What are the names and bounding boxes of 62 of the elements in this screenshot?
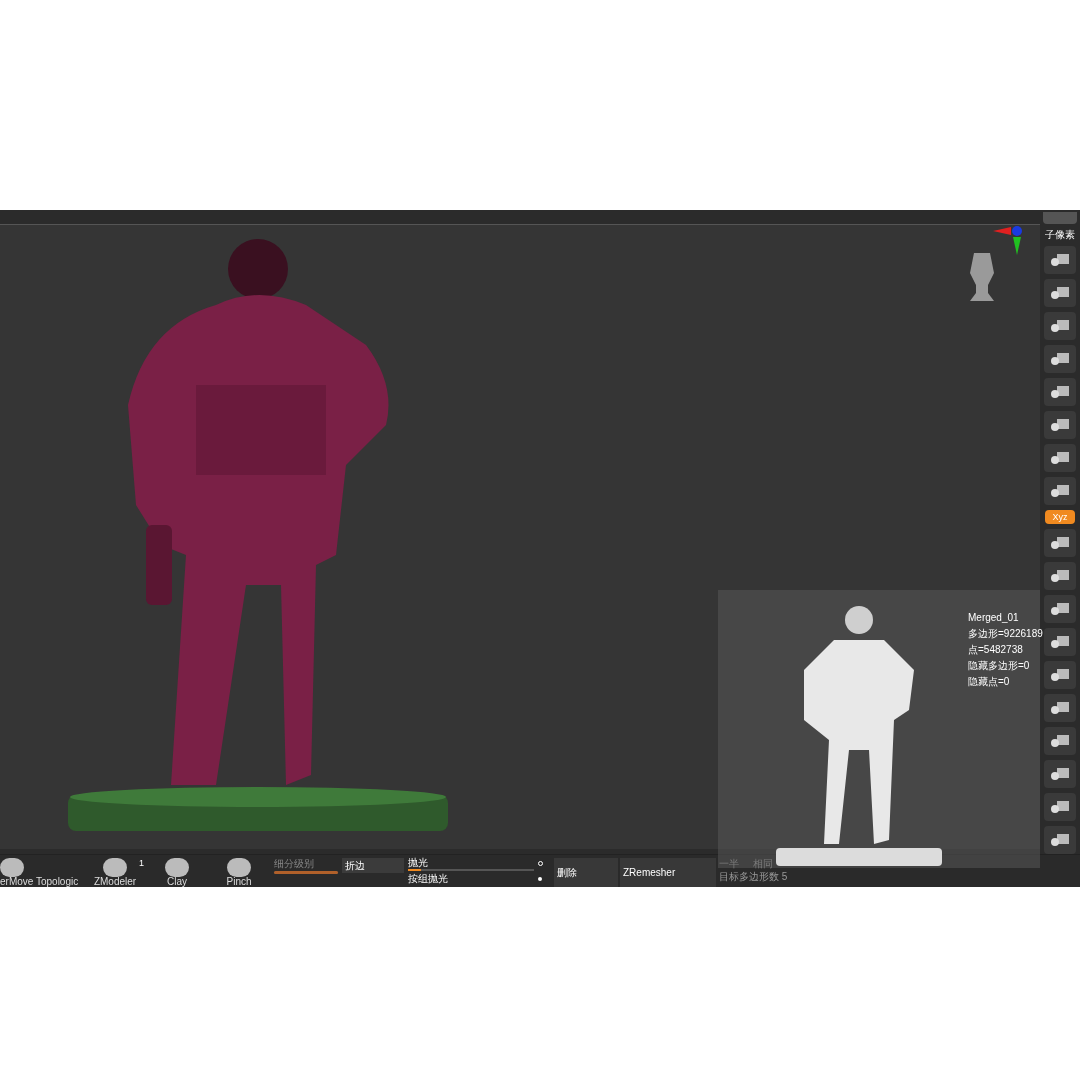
polyframe-button[interactable] [1044,727,1076,755]
group-polish-label: 按组抛光 [408,872,449,886]
tool-icon [1049,700,1071,716]
mesh-stat: 多边形=9226189 [968,627,1043,641]
tool-icon [1049,535,1071,551]
polish-label: 抛光 [408,857,429,869]
brush-label: Clay [167,877,187,887]
brush-tile[interactable]: erMove Topologic [0,855,84,887]
tool-icon [1049,634,1071,650]
half-size-button[interactable] [1044,345,1076,373]
transp-button[interactable] [1044,661,1076,689]
tool-icon [1049,318,1071,334]
brush-tile[interactable]: ZModeler 1 [84,855,146,887]
brush-icon [103,858,127,877]
mesh-stat: 隐藏点=0 [968,675,1011,689]
dynamic-persp-button[interactable] [1044,378,1076,406]
subpixel-label: 子像素 [1045,229,1075,241]
brush-icon [0,858,24,877]
brush-label: Pinch [226,877,252,887]
brush-count: 1 [139,857,144,870]
brush-icon [165,858,189,877]
move-tool-button[interactable] [1044,246,1076,274]
actual-size-button[interactable] [1044,312,1076,340]
center-button[interactable] [1044,595,1076,623]
brush-icon [227,858,251,877]
target-polygons-label: 目标多边形数 5 [719,870,788,884]
xpose-button[interactable] [1044,793,1076,821]
brush-label: ZModeler [93,877,137,887]
subdivision-label: 细分级别 [274,858,315,869]
tool-icon [1049,252,1071,268]
crease-button[interactable]: 折边 [342,858,404,873]
spotlight-button[interactable] [1044,826,1076,854]
delete-button[interactable]: 删除 [554,858,618,887]
tool-icon [1049,417,1071,433]
zoom-tool-button[interactable] [1044,279,1076,307]
tool-icon [1049,483,1071,499]
tool-icon [1049,832,1071,848]
floor-grid-button[interactable] [1044,411,1076,439]
tool-icon [1049,384,1071,400]
tool-icon [1049,766,1071,782]
mesh-stat: 隐藏多边形=0 [968,659,1031,673]
tool-icon [1049,601,1071,617]
tool-icon [1049,351,1071,367]
mesh-name: Merged_01 [968,611,1020,625]
lock-button[interactable] [1044,477,1076,505]
tool-icon [1049,733,1071,749]
tool-icon [1049,799,1071,815]
tool-icon [1049,568,1071,584]
solo-button[interactable] [1044,760,1076,788]
brush-tile[interactable]: Clay [146,855,208,887]
tool-icon [1049,450,1071,466]
tool-icon [1049,667,1071,683]
mesh-stat: 点=5482738 [968,643,1024,657]
brush-label: erMove Topologic [0,877,79,887]
frame-button[interactable] [1044,628,1076,656]
rotate-button[interactable] [1044,529,1076,557]
zremesher-button[interactable]: ZRemesher [620,858,716,887]
rotate-alt-button[interactable] [1044,562,1076,590]
ghost-button[interactable] [1044,694,1076,722]
brush-tile[interactable]: Pinch [208,855,270,887]
symmetry-button[interactable] [1044,444,1076,472]
tool-icon [1049,285,1071,301]
